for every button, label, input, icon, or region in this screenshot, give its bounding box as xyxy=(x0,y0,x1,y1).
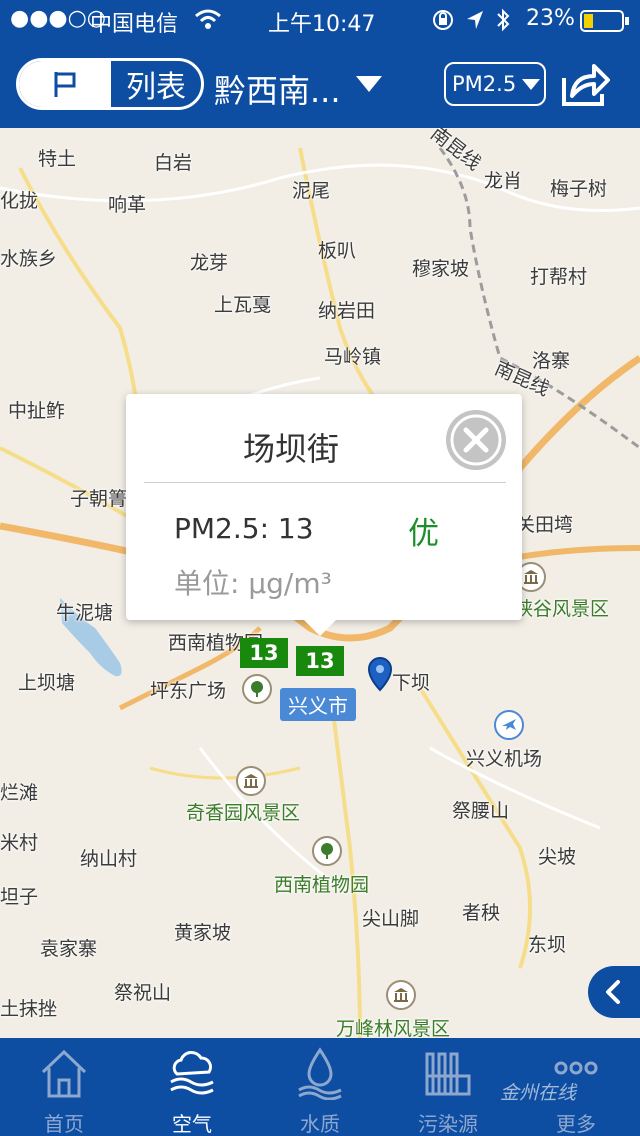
place-label: 黄家坡 xyxy=(174,922,232,944)
tab-label: 空气 xyxy=(172,1112,212,1136)
station-name: 场坝街 xyxy=(242,430,339,468)
place-label: 西南植物园 xyxy=(274,874,370,896)
aqi-marker[interactable]: 13 xyxy=(240,638,288,668)
place-label: 万峰林风景区 xyxy=(336,1018,451,1038)
city-label[interactable]: 兴义市 xyxy=(280,688,356,721)
carrier-label: 中国电信 xyxy=(90,12,179,37)
place-label: 奇香园风景区 xyxy=(186,802,301,824)
flag-icon xyxy=(54,72,76,97)
place-label: 纳山村 xyxy=(80,848,138,870)
clock: 上午10:47 xyxy=(268,12,376,37)
tab-air[interactable]: 空气 xyxy=(128,1038,256,1136)
place-label: 祭祝山 xyxy=(114,982,172,1004)
place-label: 关田塆 xyxy=(516,514,574,536)
place-label: 化拢 xyxy=(0,190,39,212)
watermark: 金州在线 xyxy=(500,1082,577,1104)
place-label: 上坝塘 xyxy=(18,672,76,694)
place-label: 子朝箐 xyxy=(70,488,128,510)
view-toggle: 列表 xyxy=(16,58,204,110)
tab-water[interactable]: 水质 xyxy=(256,1038,384,1136)
chevron-left-icon xyxy=(606,980,620,1004)
side-panel-toggle[interactable] xyxy=(588,966,640,1018)
rotation-lock-icon xyxy=(433,10,453,30)
place-label: 兴义机场 xyxy=(466,748,543,770)
place-label: 峡谷风景区 xyxy=(514,598,610,620)
tab-label: 首页 xyxy=(44,1112,84,1136)
park-icon[interactable] xyxy=(312,836,342,866)
share-icon[interactable] xyxy=(556,56,612,112)
battery-icon xyxy=(580,10,629,32)
unit-label: 单位: µg/m³ xyxy=(174,567,332,600)
place-label: 泥尾 xyxy=(292,180,331,202)
place-label: 东坝 xyxy=(528,934,567,956)
tab-home[interactable]: 首页 xyxy=(0,1038,128,1136)
scenic-spot-icon[interactable] xyxy=(386,980,416,1010)
place-label: 马岭镇 xyxy=(324,346,382,368)
airport-icon[interactable] xyxy=(494,710,524,740)
place-label: 上瓦戛 xyxy=(214,294,272,316)
place-label: 米村 xyxy=(0,832,39,854)
place-label: 龙芽 xyxy=(190,252,229,274)
place-label: 响革 xyxy=(108,194,147,216)
cloud-icon xyxy=(170,1051,214,1095)
place-label: 尖山脚 xyxy=(362,908,420,930)
place-label: 中扯鲊 xyxy=(8,400,66,422)
region-selector[interactable]: 黔西南... xyxy=(214,66,341,112)
tab-label: 水质 xyxy=(300,1112,340,1136)
divider xyxy=(144,482,506,483)
pm25-value: PM2.5: 13 xyxy=(174,512,314,545)
factory-icon xyxy=(425,1052,471,1096)
place-label: 坪东广场 xyxy=(150,680,227,702)
place-label: 板叭 xyxy=(318,240,357,262)
map-view[interactable]: 特土 白岩 泥尾 龙肖 梅子树 响革 龙芽 板叭 穆家坡 打帮村 上瓦戛 纳岩田… xyxy=(0,128,640,1038)
place-label: 梅子树 xyxy=(550,178,608,200)
place-label: 龙肖 xyxy=(484,170,523,192)
pollutant-label: PM2.5 xyxy=(452,72,517,96)
home-icon xyxy=(41,1049,87,1098)
list-view-button[interactable]: 列表 xyxy=(111,61,201,107)
close-icon[interactable] xyxy=(446,410,506,470)
tab-label: 污染源 xyxy=(418,1112,478,1136)
bluetooth-icon xyxy=(497,8,510,32)
map-view-button[interactable] xyxy=(19,61,111,107)
chevron-down-icon xyxy=(522,78,541,90)
place-label: 牛泥塘 xyxy=(56,602,114,624)
water-drop-icon xyxy=(298,1047,342,1100)
status-bar: ●●●○○ 中国电信 上午10:47 23% xyxy=(0,0,640,40)
header: 列表 黔西南... PM2.5 xyxy=(0,40,640,128)
station-popup: 场坝街 PM2.5: 13 优 单位: µg/m³ xyxy=(126,394,522,636)
aqi-marker[interactable]: 13 xyxy=(296,646,344,676)
wifi-icon xyxy=(195,9,221,29)
place-label: 下坝 xyxy=(392,672,431,694)
place-label: 袁家寨 xyxy=(40,938,98,960)
place-label: 坦子 xyxy=(0,886,39,908)
place-label: 烂滩 xyxy=(0,782,39,804)
chevron-down-icon[interactable] xyxy=(356,76,382,92)
place-label: 打帮村 xyxy=(530,266,588,288)
tab-label: 更多 xyxy=(556,1112,596,1136)
air-quality-level: 优 xyxy=(408,516,439,552)
place-label: 特土 xyxy=(38,148,77,170)
pollutant-select[interactable]: PM2.5 xyxy=(444,62,546,106)
place-label: 祭腰山 xyxy=(452,800,510,822)
place-label: 穆家坡 xyxy=(412,258,470,280)
place-label: 土抹挫 xyxy=(0,998,58,1020)
place-label: 白岩 xyxy=(154,152,193,174)
battery-percent: 23% xyxy=(526,6,575,31)
location-arrow-icon xyxy=(467,11,483,29)
place-label: 水族乡 xyxy=(0,248,58,270)
place-label: 尖坡 xyxy=(538,846,577,868)
place-label: 者秧 xyxy=(462,902,501,924)
top-bar: ●●●○○ 中国电信 上午10:47 23% 列表 黔西南... PM2.5 xyxy=(0,0,640,128)
location-pin-icon[interactable] xyxy=(366,656,394,692)
tab-pollution-source[interactable]: 污染源 xyxy=(384,1038,512,1136)
place-label: 纳岩田 xyxy=(318,300,376,322)
scenic-spot-icon[interactable] xyxy=(236,766,266,796)
park-icon[interactable] xyxy=(242,674,272,704)
